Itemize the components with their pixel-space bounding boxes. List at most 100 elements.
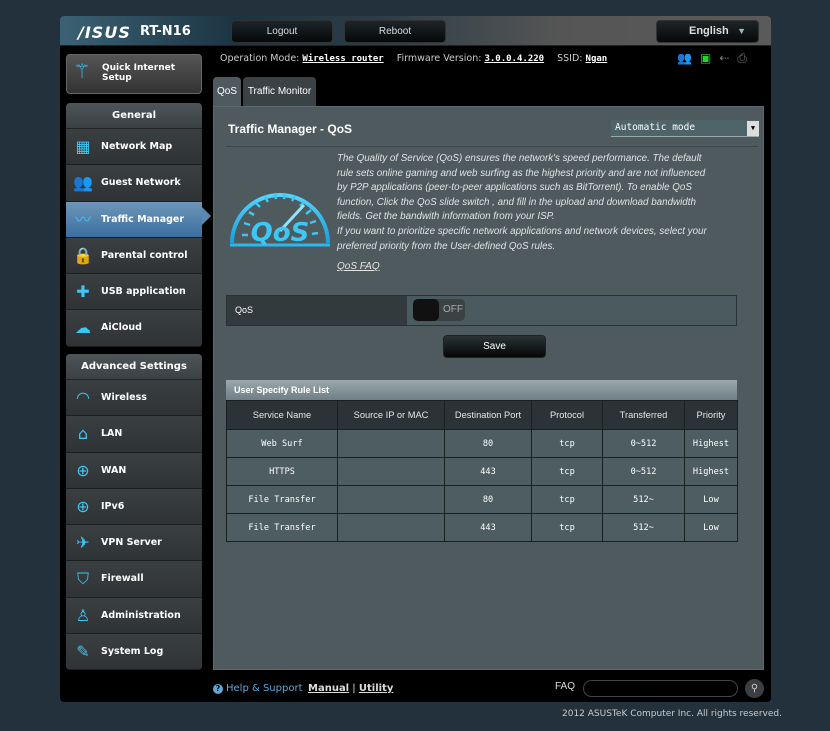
table-cell: 512~ — [602, 485, 685, 514]
model-name: RT-N16 — [140, 24, 191, 39]
operation-mode-label: Operation Mode: — [220, 53, 300, 64]
table-cell: File Transfer — [226, 513, 338, 542]
admin-user-icon: ♙ — [75, 605, 91, 625]
puzzle-icon: ✚ — [76, 282, 90, 302]
sidebar-item-label: USB application — [101, 286, 186, 298]
cloud-home-icon: ☁ — [75, 318, 91, 338]
column-header: Protocol — [531, 400, 603, 430]
ssid-link[interactable]: Ngan — [586, 54, 608, 64]
footer: ? Help & Support Manual | Utility FAQ ⚲ — [213, 679, 764, 700]
column-header: Destination Port — [444, 400, 532, 430]
sidebar-item-label: AiCloud — [101, 322, 142, 334]
table-cell — [337, 485, 445, 514]
home-icon: ⌂ — [77, 424, 89, 444]
qos-description-2: If you want to prioritize specific netwo… — [337, 225, 707, 252]
sidebar-item-label: Parental control — [101, 249, 188, 261]
status-icons: 👥 ▣ ⇠ ⎙ — [677, 51, 755, 66]
table-row: HTTPS 443 tcp 0~512 Highest — [226, 457, 738, 486]
sidebar-item-label: Network Map — [101, 141, 173, 152]
sidebar-item-label: Firewall — [101, 573, 144, 585]
copyright: 2012 ASUSTeK Computer Inc. All rights re… — [562, 709, 782, 719]
sidebar-item-firewall[interactable]: ⛉ Firewall — [66, 561, 202, 598]
sidebar-item-ipv6[interactable]: ⊕ IPv6 — [66, 488, 202, 526]
help-icon: ? — [213, 684, 223, 694]
sidebar-item-wireless[interactable]: ◠ Wireless — [66, 380, 202, 417]
table-cell: Low — [684, 513, 738, 542]
quick-internet-setup-button[interactable]: ⚚ Quick Internet Setup — [66, 54, 202, 94]
sidebar-item-administration[interactable]: ♙ Administration — [66, 597, 202, 635]
tab-qos[interactable]: QoS — [213, 77, 241, 107]
asus-logo: /ISUS — [78, 23, 131, 42]
sidebar-item-label: LAN — [101, 428, 123, 440]
table-cell: 80 — [444, 429, 532, 458]
table-cell: Web Surf — [226, 429, 338, 458]
table-cell: tcp — [531, 429, 603, 458]
wifi-icon: ◠ — [76, 388, 90, 407]
help-support: ? Help & Support — [213, 683, 302, 694]
log-edit-icon: ✎ — [76, 642, 90, 662]
toggle-state: OFF — [443, 304, 463, 315]
table-cell: tcp — [531, 485, 603, 514]
table-row: File Transfer 443 tcp 512~ Low — [226, 513, 738, 542]
sidebar-item-traffic-manager[interactable]: 〰 Traffic Manager — [66, 201, 202, 238]
chevron-down-icon: ▼ — [737, 26, 746, 36]
faq-label: FAQ — [555, 681, 576, 692]
qos-enable-value: OFF — [407, 296, 736, 325]
language-select[interactable]: English ▼ — [656, 20, 759, 43]
sidebar-item-label: WAN — [101, 464, 127, 476]
globe-icon: ⊕ — [76, 460, 90, 480]
column-header: Source IP or MAC — [337, 400, 445, 430]
sidebar-item-label: VPN Server — [101, 537, 162, 549]
search-icon[interactable]: ⚲ — [745, 679, 764, 698]
sidebar-item-label: IPv6 — [101, 500, 125, 512]
sidebar-item-aicloud[interactable]: ☁ AiCloud — [66, 310, 202, 347]
table-cell: 443 — [444, 513, 532, 542]
qos-mode-select[interactable]: Automatic mode ▼ — [611, 120, 759, 137]
faq-search-input[interactable] — [583, 680, 738, 697]
tab-traffic-monitor[interactable]: Traffic Monitor — [243, 77, 316, 107]
traffic-manager-icon: 〰 — [74, 209, 91, 229]
sidebar-item-network-map[interactable]: ▦ Network Map — [66, 129, 202, 166]
main-content: Traffic Manager - QoS Automatic mode ▼ Q… — [213, 106, 764, 670]
sidebar-item-lan[interactable]: ⌂ LAN — [66, 416, 202, 453]
magic-wand-icon: ⚚ — [73, 59, 91, 83]
rule-table-header: Service Name Source IP or MAC Destination … — [226, 400, 738, 430]
qos-faq-link[interactable]: QoS FAQ — [337, 261, 380, 272]
logout-button[interactable]: Logout — [231, 20, 333, 43]
table-cell — [337, 429, 445, 458]
qos-enable-label: QoS — [227, 296, 407, 325]
printer-icon[interactable]: ⎙ — [737, 51, 747, 65]
sidebar-item-usb-application[interactable]: ✚ USB application — [66, 274, 202, 311]
sidebar-item-guest-network[interactable]: 👥 Guest Network — [66, 165, 202, 202]
reboot-button[interactable]: Reboot — [344, 20, 446, 43]
utility-link[interactable]: Utility — [359, 683, 393, 694]
footer-links: Manual | Utility — [308, 683, 394, 694]
sidebar-item-parental-control[interactable]: 🔒 Parental control — [66, 237, 202, 275]
status-bar: Operation Mode: Wireless router Firmware… — [220, 53, 607, 64]
table-cell: 443 — [444, 457, 532, 486]
quick-internet-setup-label: Quick Internet Setup — [102, 63, 176, 83]
qos-toggle-switch[interactable]: OFF — [413, 299, 465, 321]
chevron-down-icon: ▼ — [747, 121, 759, 136]
sidebar-item-wan[interactable]: ⊕ WAN — [66, 452, 202, 489]
manual-link[interactable]: Manual — [308, 683, 349, 694]
sidebar-item-system-log[interactable]: ✎ System Log — [66, 634, 202, 671]
network-status-icon[interactable]: ▣ — [700, 51, 711, 65]
help-support-label: Help & Support — [226, 683, 303, 694]
usb-icon[interactable]: ⇠ — [719, 51, 729, 65]
rule-list-title: User Specify Rule List — [226, 380, 737, 400]
operation-mode-link[interactable]: Wireless router — [302, 54, 383, 64]
table-row: Web Surf 80 tcp 0~512 Highest — [226, 429, 738, 458]
table-cell: 0~512 — [602, 457, 685, 486]
rule-table: Service Name Source IP or MAC Destination … — [226, 400, 738, 542]
qos-description-1: The Quality of Service (QoS) ensures the… — [337, 153, 706, 223]
firmware-link[interactable]: 3.0.0.4.220 — [484, 54, 544, 64]
clients-icon[interactable]: 👥 — [677, 51, 692, 65]
sidebar-advanced: Advanced Settings ◠ Wireless ⌂ LAN ⊕ WAN ⊕ IPv6… — [66, 354, 202, 671]
sidebar-item-vpn-server[interactable]: ✈ VPN Server — [66, 525, 202, 562]
sidebar-item-label: Administration — [101, 609, 181, 621]
user-rule-list: User Specify Rule List Service Name Sourc… — [226, 380, 738, 542]
table-cell: 0~512 — [602, 429, 685, 458]
table-cell: 80 — [444, 485, 532, 514]
save-button[interactable]: Save — [443, 335, 546, 358]
